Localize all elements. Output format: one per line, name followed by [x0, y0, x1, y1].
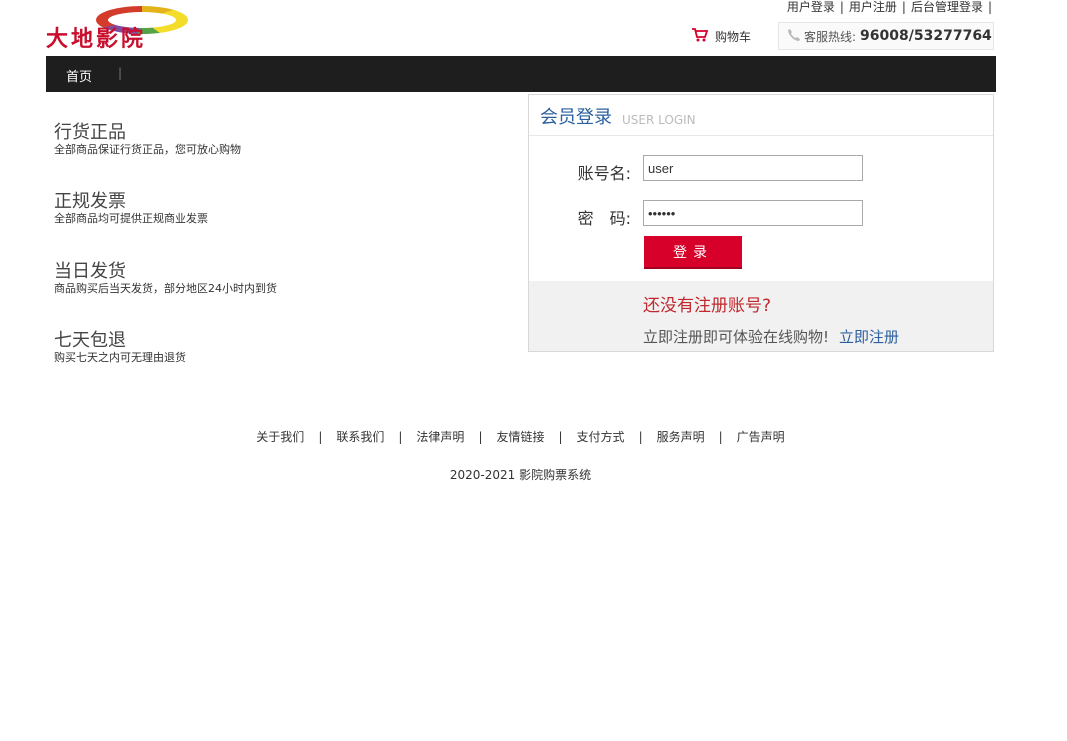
feature-desc: 购买七天之内可无理由退货: [54, 351, 186, 364]
footer-link-legal[interactable]: 法律声明: [416, 430, 464, 444]
feature-title: 当日发货: [54, 261, 126, 282]
feature-item: 正规发票 全部商品均可提供正规商业发票: [54, 192, 208, 226]
account-label: 账号名:: [577, 164, 631, 183]
top-links: 用户登录 | 用户注册 | 后台管理登录 |: [786, 0, 992, 14]
feature-title: 行货正品: [54, 122, 126, 143]
feature-title: 七天包退: [54, 330, 126, 351]
nav-home-link[interactable]: 首页: [66, 66, 92, 85]
no-account-text: 还没有注册账号?: [643, 296, 772, 316]
footer-links: 关于我们 | 联系我们 | 法律声明 | 友情链接 | 支付方式 | 服务声明 | 广告声明: [256, 430, 785, 444]
nav-separator: |: [118, 66, 123, 80]
feature-item: 行货正品 全部商品保证行货正品，您可放心购物: [54, 123, 241, 157]
footer-link-payment[interactable]: 支付方式: [577, 430, 625, 444]
feature-title: 正规发票: [54, 191, 126, 212]
register-text: 立即注册即可体验在线购物!: [643, 328, 830, 346]
logo[interactable]: 大地影院: [46, 4, 234, 52]
main-nav: 首页 |: [46, 56, 996, 92]
footer-link-about[interactable]: 关于我们: [256, 430, 304, 444]
feature-item: 当日发货 商品购买后当天发货，部分地区24小时内到货: [54, 262, 277, 296]
feature-desc: 全部商品均可提供正规商业发票: [54, 212, 208, 225]
login-header: 会员登录 USER LOGIN: [529, 95, 993, 136]
footer-link-friends[interactable]: 友情链接: [496, 430, 544, 444]
logo-text: 大地影院: [46, 26, 147, 52]
user-login-link[interactable]: 用户登录: [787, 0, 835, 14]
password-input[interactable]: [643, 200, 863, 226]
phone-icon: [787, 28, 801, 45]
hotline-number: 96008/53277764: [860, 28, 992, 44]
admin-login-link[interactable]: 后台管理登录: [911, 0, 983, 14]
login-panel: 会员登录 USER LOGIN 账号名: 密 码: 登录 还没有注册账号? 立即…: [528, 94, 994, 352]
user-register-link[interactable]: 用户注册: [849, 0, 897, 14]
footer-link-ads[interactable]: 广告声明: [737, 430, 785, 444]
feature-desc: 商品购买后当天发货，部分地区24小时内到货: [54, 282, 277, 295]
hotline: 客服热线: 96008/53277764: [778, 22, 994, 50]
cart-icon: [691, 27, 709, 46]
feature-desc: 全部商品保证行货正品，您可放心购物: [54, 143, 241, 156]
login-subtitle: USER LOGIN: [622, 113, 696, 127]
cart-label: 购物车: [715, 30, 752, 44]
account-input[interactable]: [643, 155, 863, 181]
register-link[interactable]: 立即注册: [839, 328, 899, 346]
cart-link[interactable]: 购物车: [691, 27, 751, 46]
password-label: 密 码:: [577, 209, 631, 228]
hotline-label: 客服热线:: [804, 29, 857, 44]
register-prompt: 还没有注册账号? 立即注册即可体验在线购物! 立即注册: [529, 281, 993, 351]
feature-item: 七天包退 购买七天之内可无理由退货: [54, 331, 186, 365]
login-button[interactable]: 登录: [644, 236, 742, 269]
footer-link-service[interactable]: 服务声明: [657, 430, 705, 444]
footer-link-contact[interactable]: 联系我们: [336, 430, 384, 444]
login-title: 会员登录: [540, 107, 612, 128]
copyright: 2020-2021 影院购票系统: [449, 468, 592, 482]
